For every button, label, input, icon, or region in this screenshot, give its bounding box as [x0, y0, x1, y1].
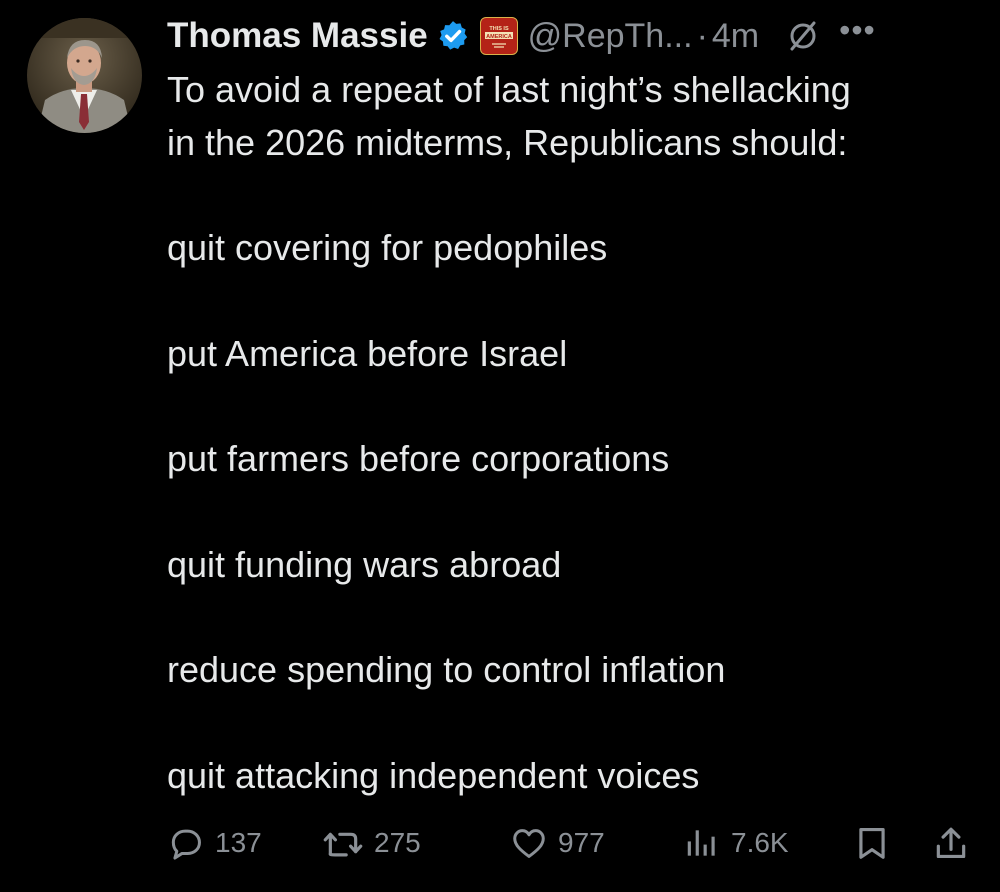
more-options-icon[interactable]: ••• — [839, 14, 876, 46]
timestamp[interactable]: 4m — [712, 17, 759, 56]
repost-button[interactable]: 275 — [322, 818, 421, 868]
heart-icon — [510, 824, 548, 862]
tweet-point-5: reduce spending to control inflation — [167, 649, 726, 690]
views-chart-icon — [683, 824, 721, 862]
affiliate-badge-icon[interactable]: THIS IS AMERICA — [479, 17, 518, 55]
bookmark-button[interactable] — [853, 818, 891, 868]
bookmark-icon — [853, 823, 891, 863]
avatar[interactable] — [27, 18, 142, 133]
verified-badge-icon[interactable] — [436, 19, 470, 53]
svg-text:AMERICA: AMERICA — [486, 34, 512, 40]
repost-count: 275 — [374, 827, 421, 858]
tweet-intro-line-1: To avoid a repeat of last night’s shella… — [167, 69, 851, 110]
author-handle[interactable]: @RepTh... — [528, 17, 693, 56]
reply-icon — [167, 824, 205, 862]
svg-text:THIS IS: THIS IS — [489, 26, 509, 32]
tweet-point-3: put farmers before corporations — [167, 438, 670, 479]
tweet: Thomas Massie THIS IS AMERICA @RepTh... … — [0, 0, 1000, 892]
separator-dot: · — [696, 16, 708, 55]
repost-icon — [322, 824, 364, 862]
avatar-image — [27, 18, 142, 133]
tweet-point-6: quit attacking independent voices — [167, 755, 700, 796]
grok-icon[interactable] — [785, 18, 821, 54]
share-button[interactable] — [932, 818, 970, 868]
tweet-point-4: quit funding wars abroad — [167, 544, 562, 585]
like-button[interactable]: 977 — [510, 818, 605, 868]
tweet-header: Thomas Massie THIS IS AMERICA @RepTh... … — [167, 12, 987, 60]
views-button[interactable]: 7.6K — [683, 818, 789, 868]
display-name[interactable]: Thomas Massie — [167, 16, 428, 56]
share-icon — [932, 823, 970, 863]
tweet-point-1: quit covering for pedophiles — [167, 227, 608, 268]
views-count: 7.6K — [731, 827, 789, 858]
reply-button[interactable]: 137 — [167, 818, 262, 868]
action-bar: 137 275 977 7.6K — [167, 818, 987, 868]
tweet-intro-line-2: in the 2026 midterms, Republicans should… — [167, 122, 848, 163]
reply-count: 137 — [215, 827, 262, 858]
tweet-point-2: put America before Israel — [167, 333, 568, 374]
like-count: 977 — [558, 827, 605, 858]
